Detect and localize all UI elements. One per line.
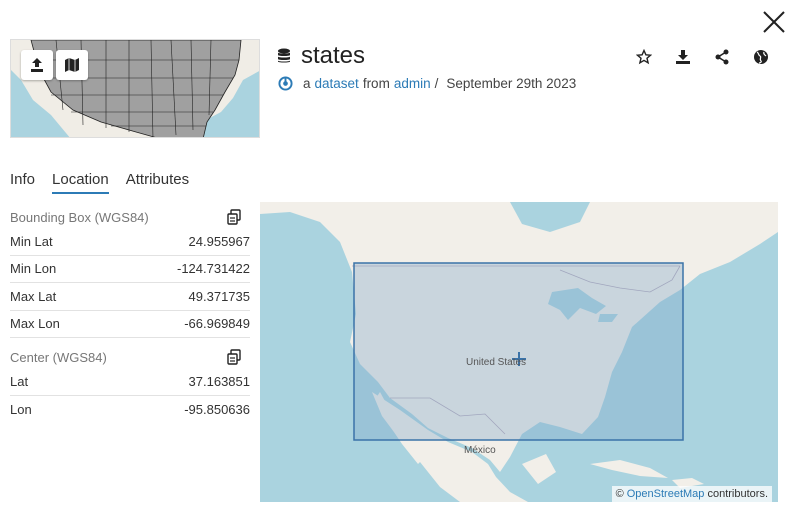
label-united-states: United States: [466, 357, 526, 368]
map-icon: [65, 58, 79, 72]
close-icon: [763, 11, 785, 33]
bbox-row-max-lat: Max Lat 49.371735: [10, 283, 250, 311]
attribution-suffix: contributors.: [707, 488, 768, 500]
copy-bbox-icon[interactable]: [226, 209, 242, 225]
action-toolbar: [633, 46, 772, 68]
title-row: states: [277, 42, 365, 70]
owner-link[interactable]: admin: [394, 76, 431, 91]
center-value: -95.850636: [184, 401, 250, 417]
close-button[interactable]: [760, 8, 788, 36]
bbox-row-max-lon: Max Lon -66.969849: [10, 311, 250, 338]
center-section-header: Center (WGS84): [10, 346, 250, 368]
center-value: 37.163851: [188, 373, 250, 389]
subtitle-prefix: a: [303, 76, 311, 91]
bbox-heading: Bounding Box (WGS84): [10, 209, 149, 225]
detail-tabs: Info Location Attributes: [10, 171, 206, 194]
center-label: Lat: [10, 373, 29, 389]
download-icon: [676, 50, 690, 64]
bbox-label: Min Lat: [10, 233, 53, 249]
publication-date: September 29th 2023: [446, 76, 577, 91]
label-mexico: México: [464, 445, 496, 456]
share-button[interactable]: [711, 46, 733, 68]
subtitle-separator: /: [434, 76, 439, 91]
dataset-thumbnail: [10, 39, 260, 138]
subtitle-from: from: [362, 76, 390, 91]
download-button[interactable]: [672, 46, 694, 68]
bbox-label: Min Lon: [10, 261, 57, 277]
dataset-type-icon: [278, 76, 293, 91]
resource-type-link[interactable]: dataset: [315, 76, 359, 91]
bbox-label: Max Lon: [10, 316, 60, 332]
openstreetmap-link[interactable]: OpenStreetMap: [627, 488, 705, 500]
set-thumbnail-from-map-button[interactable]: [56, 50, 88, 80]
bbox-row-min-lon: Min Lon -124.731422: [10, 256, 250, 283]
globe-icon: [754, 50, 768, 64]
attribution-symbol: ©: [615, 488, 624, 500]
center-label: Lon: [10, 401, 32, 417]
bbox-value: 24.955967: [188, 233, 250, 249]
upload-thumbnail-button[interactable]: [21, 50, 53, 80]
star-icon: [636, 49, 652, 65]
bbox-value: 49.371735: [188, 288, 250, 304]
favorite-button[interactable]: [633, 46, 655, 68]
tab-location[interactable]: Location: [52, 171, 109, 194]
tab-attributes[interactable]: Attributes: [126, 171, 189, 194]
center-heading: Center (WGS84): [10, 349, 107, 365]
database-icon: [278, 48, 290, 63]
bounding-box-overlay: [353, 262, 684, 441]
map-attribution: © OpenStreetMap contributors.: [611, 486, 772, 502]
page-title: states: [301, 42, 366, 69]
bbox-value: -66.969849: [184, 316, 250, 332]
bbox-section-header: Bounding Box (WGS84): [10, 206, 250, 228]
location-panel: Bounding Box (WGS84) Min Lat 24.955967 M…: [10, 206, 250, 423]
dataset-subtitle: a dataset from admin / September 29th 20…: [278, 76, 580, 91]
location-map[interactable]: United States México © OpenStreetMap con…: [260, 202, 778, 502]
tab-info[interactable]: Info: [10, 171, 35, 194]
copy-center-icon[interactable]: [226, 349, 242, 365]
bbox-value: -124.731422: [176, 261, 250, 277]
center-row-lat: Lat 37.163851: [10, 368, 250, 396]
view-in-map-button[interactable]: [750, 46, 772, 68]
map-canvas[interactable]: United States México: [260, 202, 778, 502]
center-row-lon: Lon -95.850636: [10, 396, 250, 424]
bbox-label: Max Lat: [10, 288, 57, 304]
bbox-row-min-lat: Min Lat 24.955967: [10, 228, 250, 256]
share-icon: [715, 49, 729, 65]
upload-icon: [31, 58, 43, 72]
